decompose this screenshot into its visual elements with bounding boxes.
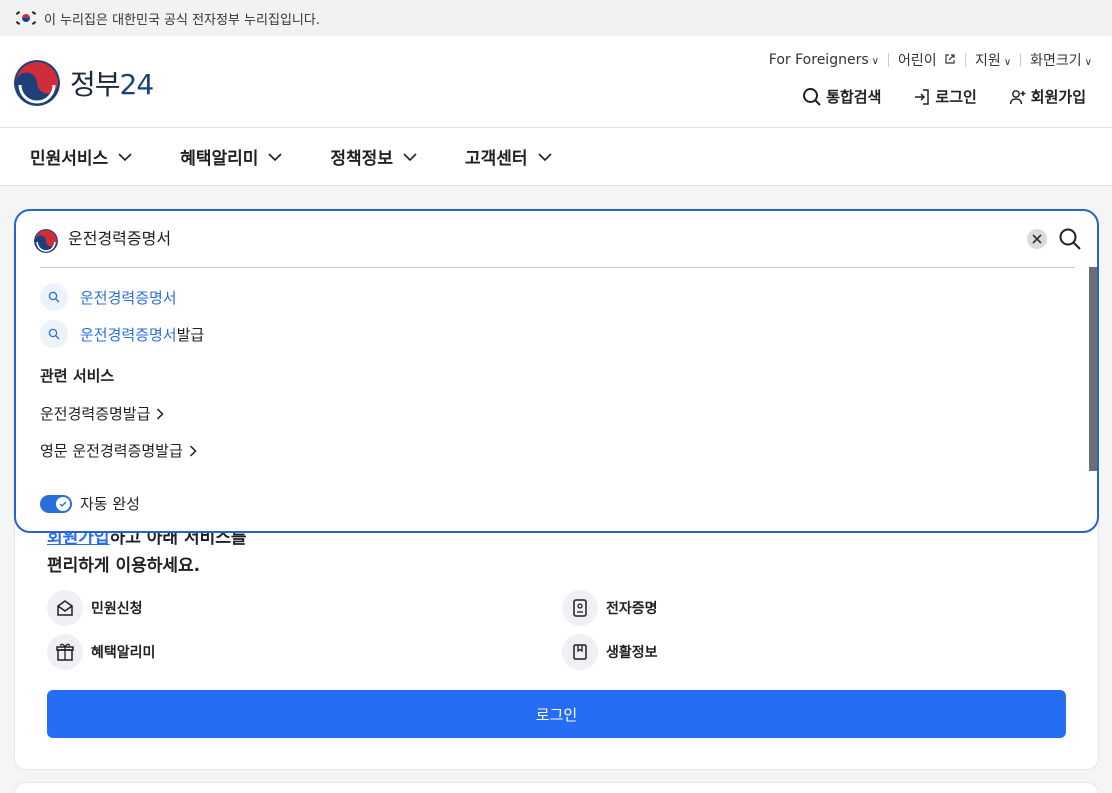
search-input[interactable] bbox=[68, 227, 968, 246]
check-icon bbox=[56, 496, 70, 511]
external-link-icon bbox=[945, 54, 955, 64]
related-services-heading: 관련 서비스 bbox=[40, 367, 115, 385]
suggestion-item[interactable]: 운전경력증명서 bbox=[40, 283, 177, 311]
gov-banner: 이 누리집은 대한민국 공식 전자정부 누리집입니다. bbox=[0, 0, 1112, 36]
clear-search-button[interactable] bbox=[1027, 229, 1047, 249]
dropdown-scrollbar[interactable] bbox=[1089, 267, 1097, 471]
chevron-down-icon bbox=[268, 152, 282, 161]
taegeuk-logo-icon bbox=[14, 60, 60, 106]
mail-icon bbox=[47, 590, 83, 626]
chevron-down-icon bbox=[118, 152, 132, 161]
chevron-down-icon: ∨ bbox=[1003, 57, 1012, 68]
search-divider bbox=[40, 267, 1075, 268]
search-autocomplete-panel: 운전경력증명서 운전경력증명서발급 관련 서비스 운전경력증명발급 영문 운전경… bbox=[14, 209, 1099, 533]
search-icon bbox=[40, 320, 68, 348]
gift-icon bbox=[47, 634, 83, 670]
related-service-link[interactable]: 운전경력증명발급 bbox=[40, 403, 164, 424]
gnb-item-civil-service[interactable]: 민원서비스 bbox=[30, 144, 132, 169]
quick-life-info[interactable]: 생활정보 bbox=[562, 634, 658, 670]
autocomplete-toggle[interactable] bbox=[40, 494, 72, 513]
screen-size-link[interactable]: 화면크기 ∨ bbox=[1030, 50, 1092, 70]
gnb-item-benefits[interactable]: 혜택알리미 bbox=[180, 144, 282, 169]
chevron-down-icon bbox=[403, 152, 417, 161]
gov-banner-text: 이 누리집은 대한민국 공식 전자정부 누리집입니다. bbox=[44, 12, 320, 28]
chevron-down-icon bbox=[537, 152, 552, 161]
taegeuk-logo-icon bbox=[34, 229, 58, 253]
quick-benefits[interactable]: 혜택알리미 bbox=[47, 634, 155, 670]
search-icon bbox=[40, 283, 68, 311]
gnb-item-policy[interactable]: 정책정보 bbox=[330, 144, 417, 169]
related-service-link[interactable]: 영문 운전경력증명발급 bbox=[40, 440, 197, 461]
quick-civil-apply[interactable]: 민원신청 bbox=[47, 590, 143, 626]
kids-link[interactable]: 어린이 bbox=[898, 50, 956, 70]
quick-e-certificate[interactable]: 전자증명 bbox=[562, 590, 658, 626]
chevron-right-icon bbox=[189, 444, 197, 457]
close-icon bbox=[1032, 234, 1042, 244]
certificate-icon bbox=[562, 590, 598, 626]
search-row bbox=[16, 211, 1097, 269]
main-links: 통합검색 로그인 회원가입 bbox=[770, 86, 1086, 107]
site-logo[interactable]: 정부24 bbox=[14, 60, 154, 106]
autocomplete-toggle-row: 자동 완성 bbox=[40, 493, 140, 514]
logo-text: 정부24 bbox=[70, 68, 154, 101]
search-icon bbox=[1059, 228, 1081, 250]
integrated-search-link[interactable]: 통합검색 bbox=[802, 86, 881, 107]
site-header: 정부24 For Foreigners ∨ 어린이 지원 ∨ 화면크기 ∨ 통합검색 … bbox=[0, 36, 1112, 128]
utility-links: For Foreigners ∨ 어린이 지원 ∨ 화면크기 ∨ bbox=[769, 50, 1092, 70]
suggestion-item[interactable]: 운전경력증명서 발급 bbox=[40, 320, 204, 348]
chevron-down-icon: ∨ bbox=[1084, 57, 1092, 68]
support-link[interactable]: 지원 ∨ bbox=[975, 50, 1011, 70]
login-icon bbox=[915, 88, 930, 105]
signup-link[interactable]: 회원가입 bbox=[1009, 86, 1086, 107]
autocomplete-label: 자동 완성 bbox=[80, 495, 140, 513]
global-nav: 민원서비스 혜택알리미 정책정보 고객센터 bbox=[0, 128, 1112, 186]
bookmark-icon bbox=[562, 634, 598, 670]
for-foreigners-link[interactable]: For Foreigners ∨ bbox=[769, 52, 879, 68]
login-link[interactable]: 로그인 bbox=[913, 86, 977, 107]
secondary-card bbox=[14, 782, 1099, 793]
add-user-icon bbox=[1009, 89, 1026, 104]
chevron-right-icon bbox=[157, 407, 164, 420]
chevron-down-icon: ∨ bbox=[871, 56, 879, 67]
gnb-item-customer-center[interactable]: 고객센터 bbox=[465, 144, 552, 169]
korea-flag-icon bbox=[15, 11, 37, 25]
search-icon bbox=[803, 87, 821, 106]
login-button[interactable]: 로그인 bbox=[47, 690, 1066, 738]
search-submit-button[interactable] bbox=[1058, 227, 1082, 255]
